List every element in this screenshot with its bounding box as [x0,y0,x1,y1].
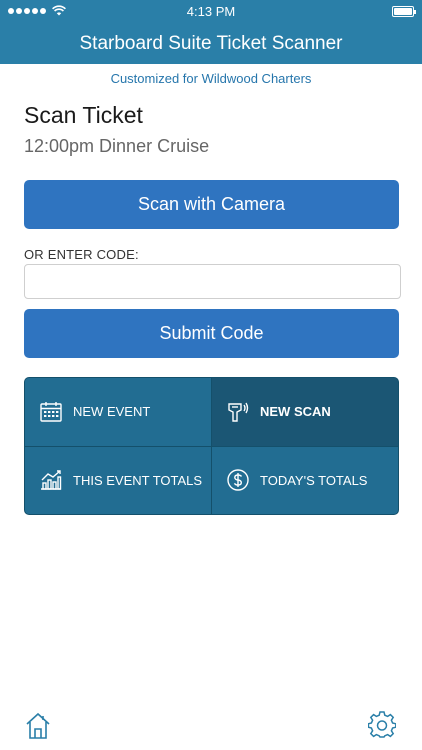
tile-this-event-totals-label: THIS EVENT TOTALS [73,472,203,488]
code-label: OR ENTER CODE: [24,247,139,262]
customized-subheader: Customized for Wildwood Charters [110,71,312,86]
code-input[interactable] [24,264,401,299]
tile-new-scan[interactable]: NEW SCAN [212,378,398,446]
app-title: Starboard Suite Ticket Scanner [0,24,422,64]
action-tiles: NEW EVENT NEW SCAN THIS EVENT TOTALS TOD… [24,377,399,515]
tile-new-event-label: NEW EVENT [73,404,151,420]
tile-new-event[interactable]: NEW EVENT [25,378,211,446]
battery-icon [392,6,416,17]
gear-icon[interactable] [367,711,397,739]
calendar-icon [39,400,63,424]
submit-code-button[interactable]: Submit Code [24,309,399,358]
home-icon[interactable] [25,712,51,740]
scanner-icon [226,400,250,424]
tile-this-event-totals[interactable]: THIS EVENT TOTALS [25,446,211,514]
tile-todays-totals[interactable]: TODAY'S TOTALS [212,446,398,514]
tile-new-scan-label: NEW SCAN [260,404,331,420]
dollar-icon [226,468,250,492]
status-time: 4:13 PM [186,4,236,19]
scan-with-camera-button[interactable]: Scan with Camera [24,180,399,229]
status-bar: 4:13 PM [0,0,422,24]
event-name: 12:00pm Dinner Cruise [24,136,210,156]
page-title: Scan Ticket [24,102,143,128]
tile-todays-totals-label: TODAY'S TOTALS [260,472,368,488]
chart-icon [39,468,63,492]
